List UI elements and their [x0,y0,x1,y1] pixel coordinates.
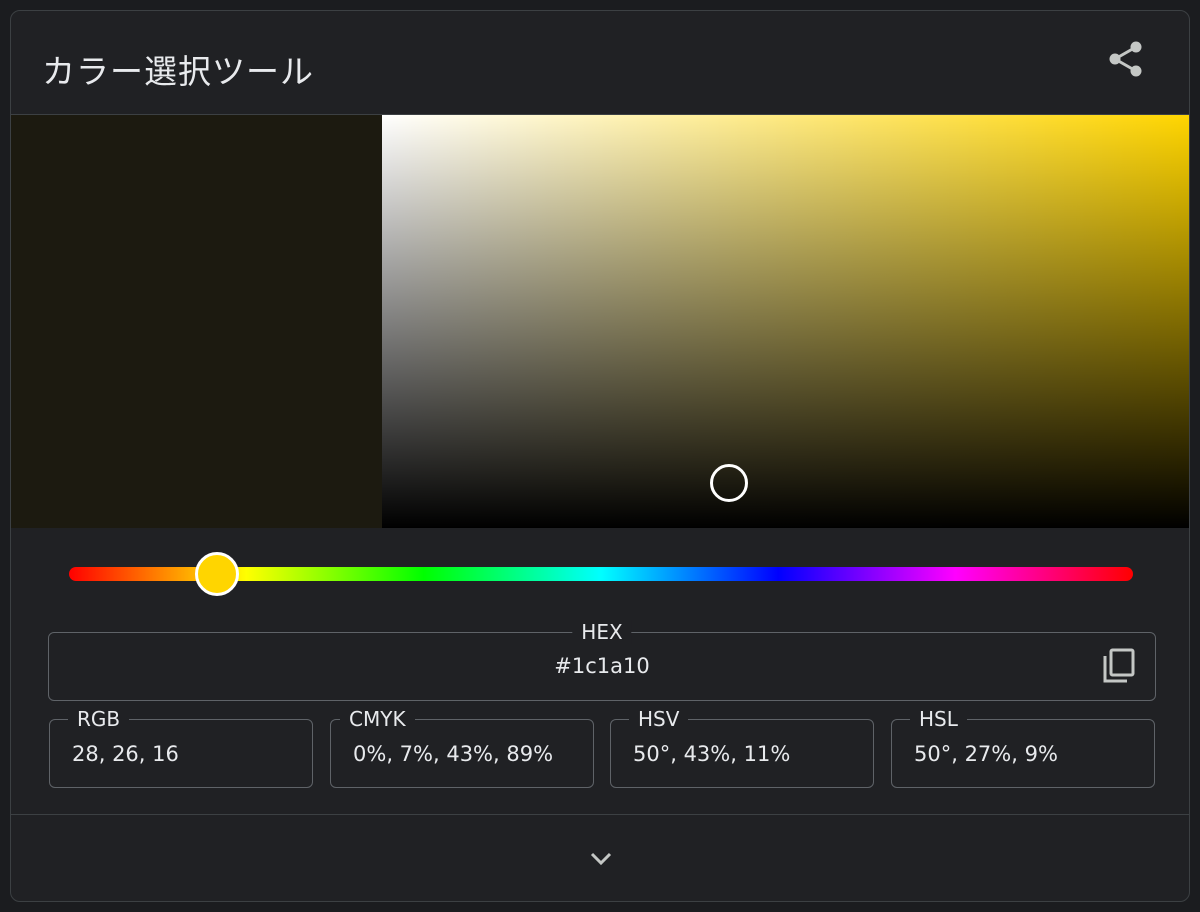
hex-label: HEX [572,620,632,644]
card-footer [11,814,1189,901]
color-picker-card: カラー選択ツール HEX #1c1a10 RGB 28, 26, 16 CMYK… [10,10,1190,902]
copy-icon [1103,648,1135,683]
rgb-value[interactable]: 28, 26, 16 [72,742,179,766]
saturation-value-area[interactable] [382,115,1189,528]
hex-value[interactable]: #1c1a10 [49,654,1155,678]
page-title: カラー選択ツール [42,52,314,91]
hex-field[interactable]: HEX #1c1a10 [48,620,1156,701]
hsv-value[interactable]: 50°, 43%, 11% [633,742,790,766]
rgb-field[interactable]: RGB 28, 26, 16 [49,707,313,788]
cmyk-field[interactable]: CMYK 0%, 7%, 43%, 89% [330,707,594,788]
hsl-value[interactable]: 50°, 27%, 9% [914,742,1058,766]
hsl-label: HSL [910,707,967,731]
hue-slider-handle[interactable] [194,552,239,596]
cmyk-value[interactable]: 0%, 7%, 43%, 89% [353,742,553,766]
expand-button[interactable] [585,845,617,873]
hsv-field[interactable]: HSV 50°, 43%, 11% [610,707,874,788]
share-icon [1109,41,1142,77]
hsl-field[interactable]: HSL 50°, 27%, 9% [891,707,1155,788]
hsv-label: HSV [629,707,689,731]
copy-button[interactable] [1099,647,1139,687]
card-header: カラー選択ツール [11,11,1189,115]
rgb-label: RGB [68,707,130,731]
chevron-down-icon [590,852,612,866]
saturation-value-handle[interactable] [710,463,748,502]
color-preview-swatch [11,115,382,528]
share-button[interactable] [1105,39,1149,83]
cmyk-label: CMYK [340,707,415,731]
